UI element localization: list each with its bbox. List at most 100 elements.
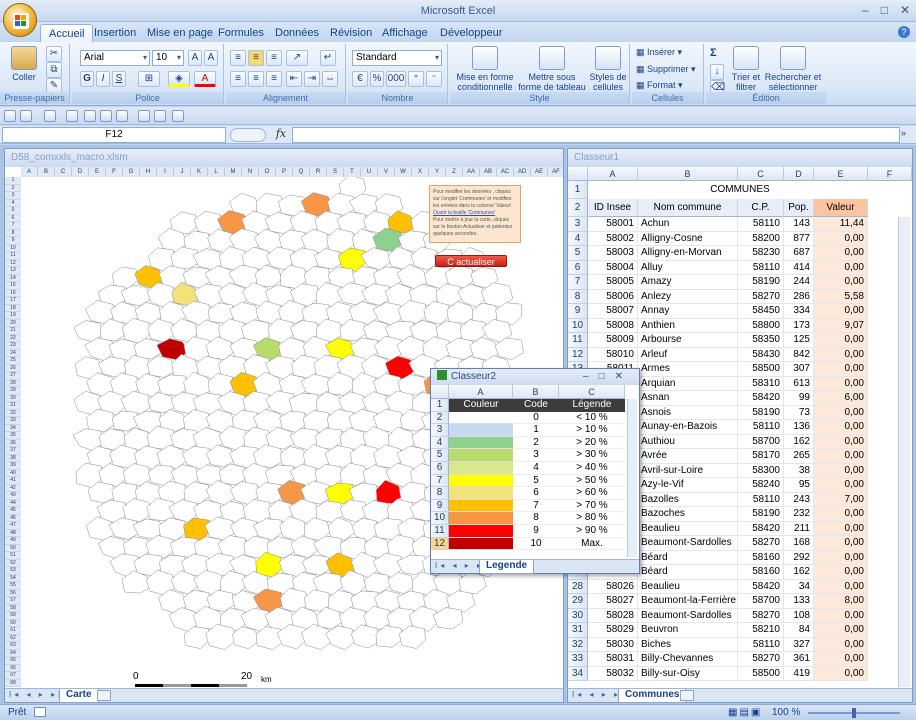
map-col-header[interactable]: E xyxy=(89,167,106,177)
legend-row-header[interactable]: 2 xyxy=(431,411,449,425)
tab-affichage[interactable]: Affichage xyxy=(374,24,436,42)
map-col-header[interactable]: O xyxy=(259,167,276,177)
align-middle-icon[interactable]: ≡ xyxy=(248,50,264,66)
map-row-header[interactable]: 67 xyxy=(5,672,21,680)
communes-cell[interactable]: 6,00 xyxy=(814,391,868,406)
autosum-button[interactable]: Σ xyxy=(710,47,717,59)
communes-cell[interactable]: Alligny-Cosne xyxy=(638,231,738,246)
sort-icon[interactable] xyxy=(154,110,166,122)
communes-cell[interactable]: Beaulieu xyxy=(638,579,738,594)
map-col-header[interactable]: Q xyxy=(293,167,310,177)
communes-cell[interactable]: Béard xyxy=(638,565,738,580)
legend-row-header[interactable]: 4 xyxy=(431,436,449,450)
legend-label-cell[interactable]: > 10 % xyxy=(559,424,625,437)
communes-cell[interactable]: Authiou xyxy=(638,434,738,449)
communes-cell[interactable]: 0,00 xyxy=(814,637,868,652)
decrease-indent-icon[interactable]: ⇤ xyxy=(286,71,302,87)
map-row-header[interactable]: 43 xyxy=(5,492,21,500)
communes-cell[interactable]: Biches xyxy=(638,637,738,652)
communes-cell[interactable]: Armes xyxy=(638,362,738,377)
minimize-button[interactable]: – xyxy=(862,3,869,17)
save-icon[interactable] xyxy=(4,110,16,122)
increase-decimal-icon[interactable]: ⁺ xyxy=(408,71,424,87)
communes-cell[interactable]: 0,00 xyxy=(814,608,868,623)
communes-cell[interactable]: 232 xyxy=(784,507,814,522)
map-row-header[interactable]: 18 xyxy=(5,305,21,312)
map-row-header[interactable]: 57 xyxy=(5,597,21,605)
map-col-header[interactable]: F xyxy=(106,167,123,177)
communes-row-header[interactable]: 32 xyxy=(568,637,588,652)
map-row-header[interactable]: 63 xyxy=(5,642,21,650)
communes-row-header[interactable]: 4 xyxy=(568,231,588,246)
legend-code-cell[interactable]: 1 xyxy=(513,424,559,437)
map-col-header[interactable]: M xyxy=(225,167,242,177)
communes-cell[interactable]: 58004 xyxy=(588,260,638,275)
map-col-header[interactable]: I xyxy=(157,167,174,177)
communes-row-header[interactable]: 1 xyxy=(568,181,588,199)
view-buttons[interactable]: ▦▤▣ xyxy=(728,707,762,718)
communes-cell[interactable]: 58170 xyxy=(738,449,784,464)
macro-record-icon[interactable] xyxy=(34,707,46,717)
new-icon[interactable] xyxy=(84,110,96,122)
legend-code-cell[interactable]: 6 xyxy=(513,487,559,500)
map-row-header[interactable]: 8 xyxy=(5,230,21,237)
map-row-header[interactable]: 21 xyxy=(5,327,21,335)
align-bottom-icon[interactable]: ≡ xyxy=(266,50,282,66)
formula-bar-slider[interactable] xyxy=(230,128,266,142)
legend-label-cell[interactable]: Max. xyxy=(559,538,625,551)
tab-developpeur[interactable]: Développeur xyxy=(432,24,510,42)
format-as-table-button[interactable]: Mettre sous forme de tableau xyxy=(516,46,588,92)
legend-row-header[interactable]: 1 xyxy=(431,399,449,412)
legend-corner[interactable] xyxy=(431,385,449,399)
map-row-header[interactable]: 16 xyxy=(5,290,21,297)
communes-cell[interactable]: 613 xyxy=(784,376,814,391)
map-row-header[interactable]: 58 xyxy=(5,605,21,612)
conditional-format-button[interactable]: Mise en forme conditionnelle xyxy=(454,46,516,92)
map-row-header[interactable]: 17 xyxy=(5,297,21,305)
communes-cell[interactable]: 58110 xyxy=(738,217,784,232)
map-row-header[interactable]: 15 xyxy=(5,282,21,290)
communes-cell[interactable]: 687 xyxy=(784,246,814,261)
currency-icon[interactable]: € xyxy=(352,71,368,87)
map-col-header[interactable]: V xyxy=(378,167,395,177)
expand-formula-icon[interactable]: » xyxy=(901,128,913,142)
legend-code-cell[interactable]: 2 xyxy=(513,437,559,450)
communes-cell[interactable]: Beaulieu xyxy=(638,521,738,536)
map-row-header[interactable]: 6 xyxy=(5,215,21,222)
communes-cell[interactable]: Bazolles xyxy=(638,492,738,507)
font-name-select[interactable]: Arial xyxy=(80,50,150,66)
communes-cell[interactable]: 58700 xyxy=(738,594,784,609)
map-col-header[interactable]: AC xyxy=(497,167,514,177)
communes-cell[interactable]: 0,00 xyxy=(814,260,868,275)
communes-cell[interactable]: Amazy xyxy=(638,275,738,290)
communes-cell[interactable]: 419 xyxy=(784,666,814,681)
map-row-header[interactable]: 44 xyxy=(5,500,21,507)
communes-cell[interactable]: 0,00 xyxy=(814,333,868,348)
sheet-tab-legende[interactable]: Legende xyxy=(479,560,535,574)
communes-cell[interactable]: 58027 xyxy=(588,594,638,609)
communes-col-header[interactable]: E xyxy=(814,167,868,181)
map-col-header[interactable]: AB xyxy=(480,167,497,177)
communes-cell[interactable]: Beaumont-la-Ferrière xyxy=(638,594,738,609)
map-col-header[interactable]: H xyxy=(140,167,157,177)
map-row-header[interactable]: 49 xyxy=(5,537,21,545)
bold-button[interactable]: G xyxy=(80,71,94,87)
map-row-header[interactable]: 7 xyxy=(5,222,21,230)
map-col-header[interactable]: X xyxy=(412,167,429,177)
communes-col-header[interactable]: D xyxy=(784,167,814,181)
communes-cell[interactable]: 327 xyxy=(784,637,814,652)
communes-cell[interactable]: Asnan xyxy=(638,391,738,406)
map-row-header[interactable]: 59 xyxy=(5,612,21,620)
tab-mise-en-page[interactable]: Mise en page xyxy=(139,24,221,42)
communes-cell[interactable]: 58190 xyxy=(738,405,784,420)
formula-input[interactable] xyxy=(292,127,900,143)
legend-label-cell[interactable]: > 70 % xyxy=(559,500,625,513)
percent-button[interactable]: % xyxy=(370,71,384,87)
font-color-icon[interactable]: A xyxy=(194,71,216,87)
increase-indent-icon[interactable]: ⇥ xyxy=(304,71,320,87)
communes-col-header[interactable]: A xyxy=(588,167,638,181)
communes-row-header[interactable]: 8 xyxy=(568,289,588,304)
legend-code-cell[interactable]: 8 xyxy=(513,512,559,525)
communes-cell[interactable]: 0,00 xyxy=(814,478,868,493)
communes-cell[interactable]: 58110 xyxy=(738,637,784,652)
